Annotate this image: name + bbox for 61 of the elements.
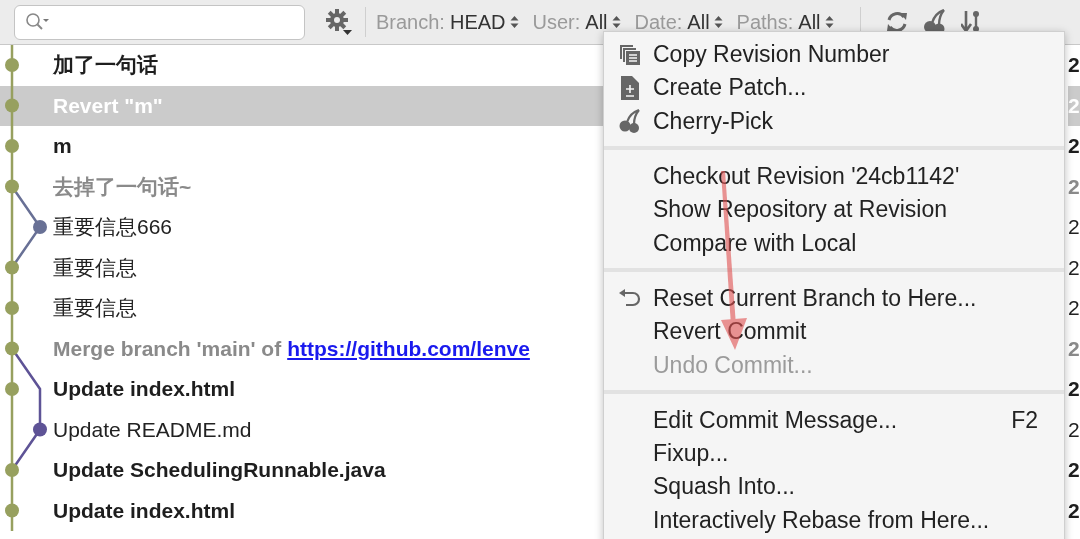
menu-item[interactable]: Compare with Local [604, 226, 1064, 260]
search-icon[interactable] [25, 12, 51, 32]
date-cell-text: 2 [1068, 497, 1080, 524]
up-down-icon [611, 15, 621, 29]
copy-icon [618, 43, 641, 66]
commit-message: Update README.md [53, 417, 252, 441]
commit-message: 重要信息666 [53, 215, 173, 239]
commit-message: Update SchedulingRunnable.java [53, 458, 386, 482]
menu-item[interactable]: Interactively Rebase from Here... [604, 503, 1064, 537]
menu-item[interactable]: Create Patch... [604, 71, 1064, 105]
filter-dropdown[interactable]: Paths: All [736, 10, 834, 34]
refresh-icon[interactable] [884, 10, 909, 34]
commit-row[interactable]: m [0, 126, 603, 167]
menu-item[interactable]: Revert Commit [604, 315, 1064, 349]
commit-message: 加了一句话 [53, 53, 158, 77]
date-cell-text: 2 [1068, 173, 1080, 200]
commit-message: Update index.html [53, 498, 236, 522]
commit-message: 重要信息 [53, 296, 137, 320]
commit-row[interactable]: 重要信息 [0, 288, 603, 329]
commit-row[interactable]: Update SchedulingRunnable.java [0, 450, 603, 491]
settings-icon[interactable] [325, 8, 353, 36]
up-down-icon [824, 15, 834, 29]
filter-dropdown[interactable]: Date: All [634, 10, 723, 34]
date-cell-text: 2 [1068, 52, 1080, 78]
commit-message: m [53, 134, 72, 158]
patch-icon [620, 75, 639, 100]
menu-item[interactable]: Reset Current Branch to Here... [604, 281, 1064, 316]
date-cell-text: 2 [1068, 295, 1080, 321]
date-cell-text: 2 [1068, 133, 1080, 159]
commit-row[interactable]: Merge branch 'main' of https://github.com/lenve [0, 328, 603, 369]
search-field[interactable] [14, 4, 305, 40]
menu-item[interactable]: Copy Revision Number [604, 38, 1064, 72]
date-cell-text: 2 [1068, 214, 1080, 240]
date-cell-text: 2 [1068, 416, 1080, 443]
filter-dropdown[interactable]: Branch: HEAD [376, 10, 519, 34]
commit-row[interactable]: 加了一句话 [0, 45, 603, 86]
commit-row[interactable]: Update index.html [0, 369, 603, 410]
commit-message: 去掉了一句话~ [53, 174, 192, 198]
up-down-icon [713, 15, 723, 29]
commit-message: Merge branch 'main' of [53, 336, 282, 360]
commit-row[interactable]: 重要信息666 [0, 207, 603, 248]
menu-item[interactable]: Fixup... [604, 436, 1064, 471]
date-cell-text: 2 [1068, 376, 1080, 402]
undo-icon [618, 289, 641, 308]
menu-item[interactable]: Show Repository at Revision [604, 193, 1064, 227]
date-cell-text: 2 [1068, 457, 1080, 483]
date-cell-text: 2 [1068, 335, 1080, 362]
filter-dropdown[interactable]: User: All [532, 10, 621, 34]
commit-row[interactable]: Update README.md [0, 409, 603, 450]
up-down-icon [509, 15, 519, 29]
commit-row[interactable]: Update index.html [0, 490, 603, 531]
cherry-icon [618, 109, 641, 134]
commit-message: 重要信息 [53, 255, 137, 279]
menu-item[interactable]: Edit Commit Message... F2 [604, 403, 1064, 437]
commit-link[interactable]: https://github.com/lenve [287, 336, 530, 360]
menu-item[interactable]: Squash Into... [604, 470, 1064, 504]
menu-item[interactable]: Cherry-Pick [604, 104, 1064, 138]
date-cell-text: 2 [1068, 254, 1080, 281]
menu-item[interactable]: Checkout Revision '24cb1142' [604, 159, 1064, 194]
commit-row[interactable]: 重要信息 [0, 247, 603, 288]
commit-message: Update index.html [53, 377, 236, 401]
